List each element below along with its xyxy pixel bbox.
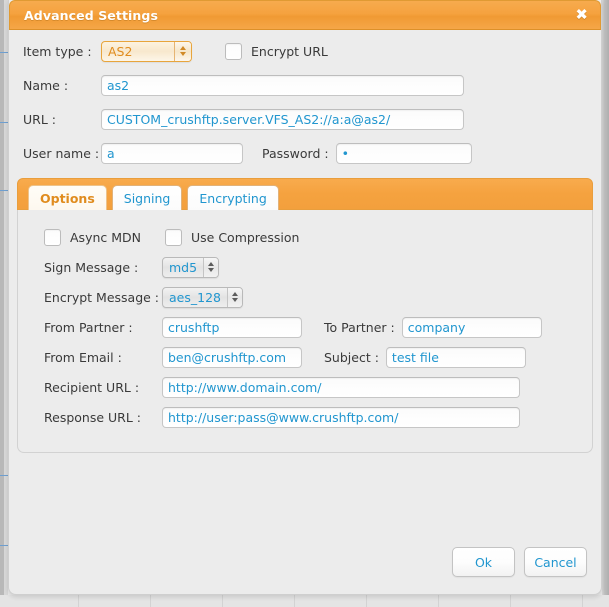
async-mdn-checkbox[interactable] [44, 228, 61, 246]
tab-encrypting-label: Encrypting [199, 190, 267, 206]
async-mdn-label: Async MDN [70, 229, 141, 245]
ok-button-label: Ok [474, 554, 493, 570]
subject-input[interactable]: test file [385, 346, 526, 368]
edge-tick-1 [0, 52, 8, 53]
bottom-status-strip [0, 595, 609, 607]
dialog-title: Advanced Settings [24, 7, 158, 23]
use-compression-label: Use Compression [191, 229, 300, 245]
sign-message-row: Sign Message : md5 [18, 252, 592, 282]
cancel-button-label: Cancel [534, 554, 577, 570]
chevron-updown-icon [174, 41, 191, 61]
tab-options[interactable]: Options [28, 185, 107, 210]
edge-tick-2 [0, 122, 8, 123]
encrypt-url-checkbox[interactable] [225, 42, 242, 60]
close-icon[interactable]: ✖ [575, 7, 588, 23]
recipient-url-label: Recipient URL : [44, 379, 140, 395]
from-partner-input[interactable]: crushftp [162, 316, 302, 338]
item-type-select[interactable]: AS2 [101, 40, 192, 62]
url-label: URL : [23, 111, 56, 127]
user-name-input[interactable]: a [101, 142, 243, 164]
name-row: Name : as2 [23, 70, 587, 100]
email-row: From Email : ben@crushftp.com Subject : … [18, 342, 592, 372]
tab-bar: Options Signing Encrypting [17, 178, 593, 210]
dialog-body: Item type : AS2 Encrypt URL Name : as2 U… [9, 36, 601, 168]
item-type-label: Item type : [23, 43, 92, 59]
dialog-titlebar: Advanced Settings ✖ [9, 0, 601, 30]
options-tab-panel: Async MDN Use Compression Sign Message :… [17, 210, 593, 453]
cancel-button[interactable]: Cancel [524, 547, 587, 577]
vertical-scrollbar[interactable] [602, 0, 609, 607]
checkbox-row: Async MDN Use Compression [18, 222, 592, 252]
user-name-label: User name : [23, 145, 100, 161]
chevron-updown-icon [203, 257, 219, 277]
password-label: Password : [262, 145, 329, 161]
ok-button[interactable]: Ok [452, 547, 515, 577]
use-compression-checkbox[interactable] [165, 228, 182, 246]
tab-options-label: Options [40, 190, 95, 206]
recipient-url-row: Recipient URL : http://www.domain.com/ [18, 372, 592, 402]
chevron-updown-icon [226, 287, 242, 307]
tab-signing[interactable]: Signing [111, 185, 183, 210]
url-row: URL : CUSTOM_crushftp.server.VFS_AS2://a… [23, 104, 587, 134]
to-partner-input[interactable]: company [401, 316, 542, 338]
subject-label: Subject : [324, 349, 379, 365]
edge-tick-5 [0, 545, 8, 546]
to-partner-label: To Partner : [324, 319, 395, 335]
encrypt-message-row: Encrypt Message : aes_128 [18, 282, 592, 312]
partner-row: From Partner : crushftp To Partner : com… [18, 312, 592, 342]
from-email-label: From Email : [44, 349, 122, 365]
sign-message-label: Sign Message : [44, 259, 139, 275]
edge-tick-4 [0, 475, 8, 476]
tab-signing-label: Signing [123, 190, 171, 206]
dialog-footer: Ok Cancel [452, 547, 587, 577]
name-label: Name : [23, 77, 69, 93]
encrypt-message-label: Encrypt Message : [44, 289, 160, 305]
credentials-row: User name : a Password : • [23, 138, 587, 168]
password-input[interactable]: • [335, 142, 472, 164]
url-input[interactable]: CUSTOM_crushftp.server.VFS_AS2://a:a@as2… [101, 108, 464, 130]
sign-message-select[interactable]: md5 [162, 256, 220, 278]
response-url-row: Response URL : http://user:pass@www.crus… [18, 402, 592, 432]
tab-encrypting[interactable]: Encrypting [187, 185, 279, 210]
response-url-label: Response URL : [44, 409, 141, 425]
from-email-input[interactable]: ben@crushftp.com [162, 346, 302, 368]
name-input[interactable]: as2 [101, 74, 464, 96]
advanced-settings-dialog: Advanced Settings ✖ Item type : AS2 Encr… [8, 0, 602, 595]
encrypt-message-value: aes_128 [169, 289, 221, 305]
item-type-value: AS2 [108, 43, 133, 59]
sign-message-value: md5 [169, 259, 198, 275]
from-partner-label: From Partner : [44, 319, 133, 335]
item-type-row: Item type : AS2 Encrypt URL [23, 36, 587, 66]
encrypt-message-select[interactable]: aes_128 [162, 286, 243, 308]
response-url-input[interactable]: http://user:pass@www.crushftp.com/ [162, 406, 520, 428]
edge-tick-3 [0, 190, 8, 191]
encrypt-url-label: Encrypt URL [251, 43, 328, 59]
recipient-url-input[interactable]: http://www.domain.com/ [162, 376, 520, 398]
